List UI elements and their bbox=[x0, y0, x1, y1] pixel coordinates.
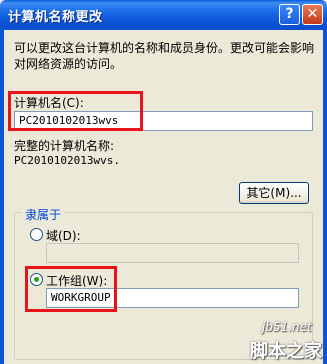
domain-input[interactable] bbox=[46, 243, 299, 263]
window-title: 计算机名称更改 bbox=[8, 10, 103, 25]
full-name-label: 完整的计算机名称: bbox=[14, 139, 115, 153]
domain-radio[interactable] bbox=[30, 228, 43, 241]
watermark-site: jb51.net bbox=[262, 320, 312, 334]
help-button[interactable]: ? bbox=[279, 4, 300, 25]
title-bar[interactable]: 计算机名称更改 ? ✕ bbox=[0, 0, 327, 30]
domain-label: 域(D): bbox=[46, 229, 81, 243]
workgroup-highlight bbox=[25, 266, 117, 312]
full-name-value: PC2010102013wvs. bbox=[14, 154, 120, 167]
computer-name-highlight bbox=[8, 91, 143, 131]
window-frame-left bbox=[0, 30, 4, 364]
close-button[interactable]: ✕ bbox=[302, 4, 323, 25]
member-of-title: 隶属于 bbox=[22, 206, 65, 223]
window-frame-right bbox=[323, 30, 327, 364]
description-text: 可以更改这台计算机的名称和成员身份。更改可能会影响对网络资源的访问。 bbox=[14, 41, 315, 71]
watermark-brand: 脚本之家 bbox=[250, 341, 322, 362]
other-button[interactable]: 其它(M)... bbox=[239, 182, 309, 204]
